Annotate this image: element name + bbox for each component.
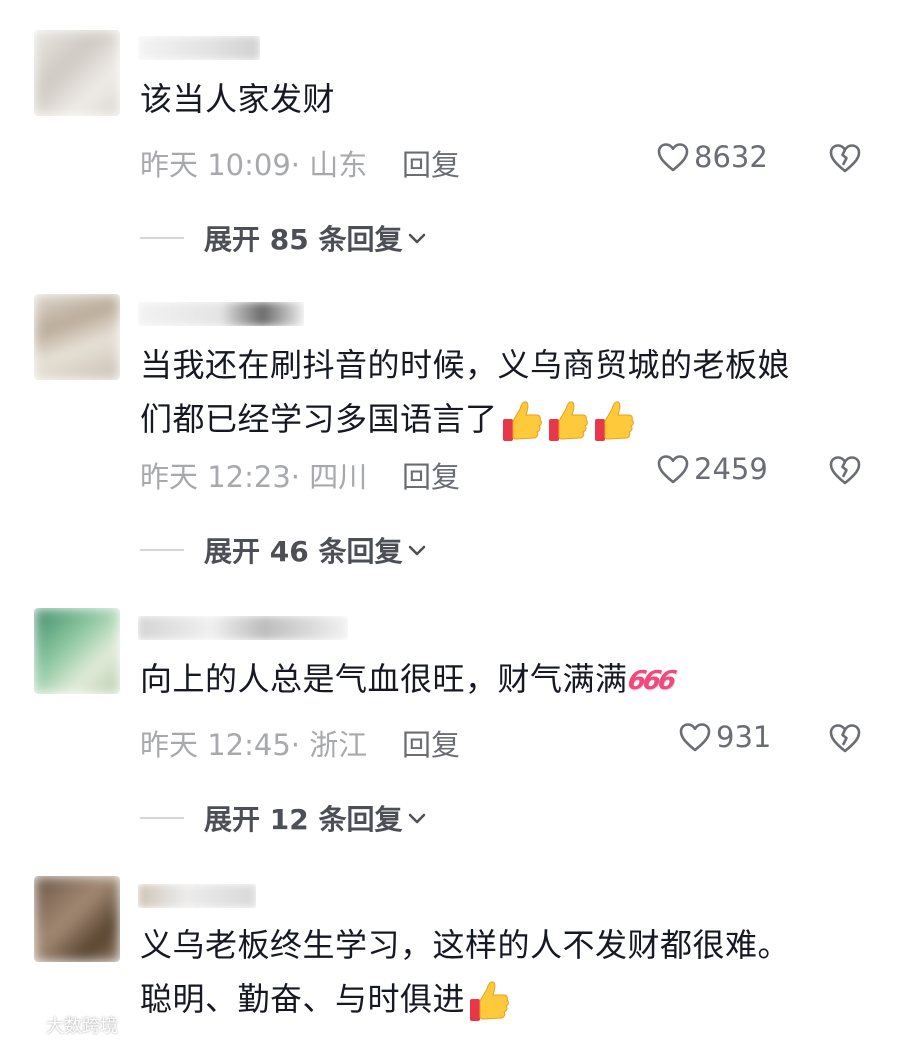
comment-time-location: 昨天 12:45· 浙江	[140, 728, 368, 762]
like-count: 2459	[694, 452, 768, 486]
expand-replies-button[interactable]: 展开 12 条回复	[140, 798, 428, 838]
divider-line	[140, 817, 184, 819]
broken-heart-icon	[829, 724, 861, 753]
thumbs-up-icon	[500, 397, 544, 445]
thumbs-up-icon	[592, 397, 636, 445]
like-button[interactable]: 8632	[656, 140, 768, 174]
comment-text: 该当人家发财	[140, 80, 336, 118]
like-button[interactable]: 931	[678, 720, 771, 754]
expand-label: 展开 46 条回复	[204, 535, 403, 568]
avatar[interactable]	[34, 294, 120, 380]
comment-text: 向上的人总是气血很旺，财气满满666	[140, 652, 675, 708]
thumbs-up-icon	[467, 977, 511, 1025]
comment-text: 当我还在刷抖音的时候，义乌商贸城的老板娘 们都已经学习多国语言了	[140, 338, 790, 446]
heart-icon	[657, 143, 689, 172]
watermark-logo-icon	[9, 1018, 42, 1032]
username-blurred[interactable]	[138, 884, 256, 908]
avatar[interactable]	[34, 876, 120, 962]
comment-text: 义乌老板终生学习，这样的人不发财都很难。 聪明、勤奋、与时俱进	[140, 918, 790, 1026]
username-blurred[interactable]	[138, 616, 348, 640]
chevron-down-icon	[409, 813, 426, 824]
avatar[interactable]	[34, 608, 120, 694]
username-blurred[interactable]	[138, 36, 260, 60]
heart-icon	[657, 455, 689, 484]
dislike-button[interactable]	[828, 454, 862, 493]
comment-time-location: 昨天 10:09· 山东	[140, 148, 368, 182]
expand-replies-button[interactable]: 展开 85 条回复	[140, 218, 428, 258]
like-button[interactable]: 2459	[656, 452, 768, 486]
divider-line	[140, 549, 184, 551]
username-blurred[interactable]	[138, 302, 304, 326]
watermark: 大数跨境	[8, 1012, 118, 1038]
watermark-text: 大数跨境	[46, 1016, 118, 1037]
comment-meta: 昨天 12:23· 四川 回复 2459	[140, 448, 880, 494]
broken-heart-icon	[829, 144, 861, 173]
emoji-666: 666	[624, 666, 676, 696]
chevron-down-icon	[409, 233, 426, 244]
heart-icon	[679, 723, 711, 752]
expand-replies-button[interactable]: 展开 46 条回复	[140, 530, 428, 570]
dislike-button[interactable]	[828, 142, 862, 181]
comment-time-location: 昨天 12:23· 四川	[140, 460, 368, 494]
comment-meta: 昨天 10:09· 山东 回复 8632	[140, 136, 880, 182]
thumbs-up-icon	[546, 397, 590, 445]
comment-meta: 昨天 12:45· 浙江 回复 931	[140, 716, 880, 762]
expand-label: 展开 12 条回复	[204, 803, 403, 836]
like-count: 8632	[694, 140, 768, 174]
dislike-button[interactable]	[828, 722, 862, 761]
broken-heart-icon	[829, 456, 861, 485]
reply-button[interactable]: 回复	[402, 454, 460, 496]
reply-button[interactable]: 回复	[402, 142, 460, 184]
chevron-down-icon	[409, 545, 426, 556]
expand-label: 展开 85 条回复	[204, 223, 403, 256]
like-count: 931	[716, 720, 772, 754]
avatar[interactable]	[34, 30, 120, 116]
reply-button[interactable]: 回复	[402, 722, 460, 764]
divider-line	[140, 237, 184, 239]
